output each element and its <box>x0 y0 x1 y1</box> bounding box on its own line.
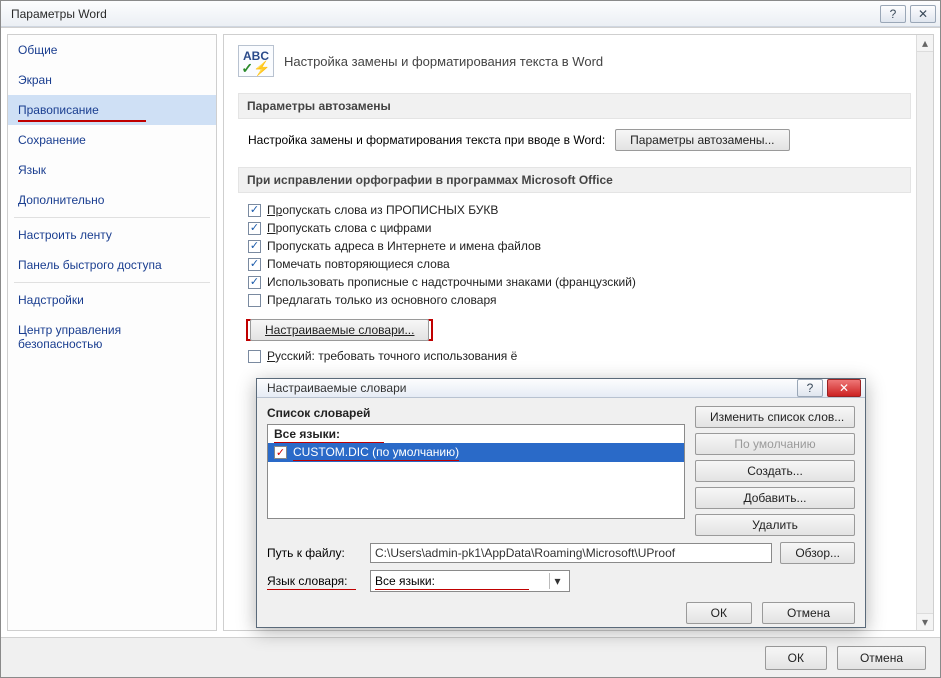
dict-buttons-column: Изменить список слов... По умолчанию Соз… <box>695 406 855 536</box>
delete-dict-button[interactable]: Удалить <box>695 514 855 536</box>
window-title: Параметры Word <box>5 7 876 21</box>
window-footer: ОК Отмена <box>1 637 940 677</box>
autocorrect-label: Настройка замены и форматирования текста… <box>248 133 605 147</box>
check-label: Пропускать слова с цифрами <box>267 221 431 235</box>
dict-language-row: Язык словаря: Все языки: ▾ <box>267 570 855 592</box>
dialog-footer: ОК Отмена <box>267 598 855 624</box>
sidebar-item-language[interactable]: Язык <box>8 155 216 185</box>
titlebar: Параметры Word ? ✕ <box>1 1 940 27</box>
dialog-title: Настраиваемые словари <box>261 381 793 395</box>
ok-button[interactable]: ОК <box>765 646 827 670</box>
dict-list-column: Список словарей Все языки: ✓ CUSTOM.DIC … <box>267 406 685 536</box>
dict-path-label: Путь к файлу: <box>267 546 362 560</box>
check-label: Пропускать слова из ПРОПИСНЫХ БУКВ <box>267 203 498 217</box>
dialog-body: Список словарей Все языки: ✓ CUSTOM.DIC … <box>257 398 865 632</box>
vertical-scrollbar[interactable]: ▴ ▾ <box>916 35 933 630</box>
check-numbers[interactable]: Пропускать слова с цифрами <box>248 221 911 235</box>
check-french-caps[interactable]: Использовать прописные с надстрочными зн… <box>248 275 911 289</box>
dialog-ok-button[interactable]: ОК <box>686 602 752 624</box>
dict-item-label: CUSTOM.DIC (по умолчанию) <box>293 445 459 460</box>
checkbox-icon[interactable] <box>248 240 261 253</box>
dialog-close-button[interactable]: ✕ <box>827 379 861 397</box>
set-default-button[interactable]: По умолчанию <box>695 433 855 455</box>
checkbox-icon[interactable] <box>248 294 261 307</box>
checkbox-icon[interactable] <box>248 276 261 289</box>
check-main-dict-only[interactable]: Предлагать только из основного словаря <box>248 293 911 307</box>
dialog-help-button[interactable]: ? <box>797 379 823 397</box>
sidebar-separator <box>14 217 210 218</box>
check-label: Использовать прописные с надстрочными зн… <box>267 275 636 289</box>
autocorrect-options-button[interactable]: Параметры автозамены... <box>615 129 789 151</box>
content-inner: ABC ✓⚡ Настройка замены и форматирования… <box>224 35 933 377</box>
options-sidebar: Общие Экран Правописание Сохранение Язык… <box>7 34 217 631</box>
checkbox-icon[interactable] <box>248 258 261 271</box>
autocorrect-row: Настройка замены и форматирования текста… <box>248 129 911 151</box>
checkbox-icon[interactable]: ✓ <box>274 446 287 459</box>
close-button[interactable]: ✕ <box>910 5 936 23</box>
dict-path-input[interactable] <box>370 543 772 563</box>
dict-list-header: Все языки: <box>268 425 684 443</box>
custom-dictionaries-button[interactable]: Настраиваемые словари... <box>250 319 429 341</box>
sidebar-item-display[interactable]: Экран <box>8 65 216 95</box>
spelling-group-header: При исправлении орфографии в программах … <box>238 167 911 193</box>
dict-language-combo[interactable]: Все языки: ▾ <box>370 570 570 592</box>
sidebar-item-addins[interactable]: Надстройки <box>8 285 216 315</box>
check-repeated[interactable]: Помечать повторяющиеся слова <box>248 257 911 271</box>
sidebar-item-trust-center[interactable]: Центр управления безопасностью <box>8 315 216 359</box>
page-header: ABC ✓⚡ Настройка замены и форматирования… <box>238 45 911 77</box>
dict-path-row: Путь к файлу: Обзор... <box>267 542 855 564</box>
autocorrect-group-header: Параметры автозамены <box>238 93 911 119</box>
edit-word-list-button[interactable]: Изменить список слов... <box>695 406 855 428</box>
dict-list-label: Список словарей <box>267 406 685 420</box>
check-label: Пропускать адреса в Интернете и имена фа… <box>267 239 541 253</box>
cancel-button[interactable]: Отмена <box>837 646 926 670</box>
add-dict-button[interactable]: Добавить... <box>695 487 855 509</box>
chevron-down-icon[interactable]: ▾ <box>549 573 565 589</box>
custom-dict-button-label: Настраиваемые словари... <box>265 323 414 337</box>
create-dict-button[interactable]: Создать... <box>695 460 855 482</box>
check-label: Русский: требовать точного использования… <box>267 349 517 363</box>
check-uppercase[interactable]: Пропускать слова из ПРОПИСНЫХ БУКВ <box>248 203 911 217</box>
check-label: Помечать повторяющиеся слова <box>267 257 450 271</box>
dict-language-label: Язык словаря: <box>267 574 362 588</box>
word-options-window: Параметры Word ? ✕ Общие Экран Правописа… <box>0 0 941 678</box>
check-internet[interactable]: Пропускать адреса в Интернете и имена фа… <box>248 239 911 253</box>
custom-dict-highlight: Настраиваемые словари... <box>246 319 433 341</box>
dict-list-area: Список словарей Все языки: ✓ CUSTOM.DIC … <box>267 406 855 536</box>
sidebar-separator <box>14 282 210 283</box>
checkbox-icon[interactable] <box>248 204 261 217</box>
sidebar-item-general[interactable]: Общие <box>8 35 216 65</box>
sidebar-item-customize-ribbon[interactable]: Настроить ленту <box>8 220 216 250</box>
dialog-titlebar: Настраиваемые словари ? ✕ <box>257 379 865 398</box>
check-label: Предлагать только из основного словаря <box>267 293 496 307</box>
custom-dictionaries-dialog: Настраиваемые словари ? ✕ Список словаре… <box>256 378 866 628</box>
dict-language-value: Все языки: <box>375 574 435 588</box>
checkbox-icon[interactable] <box>248 222 261 235</box>
scroll-up-icon[interactable]: ▴ <box>917 35 933 52</box>
dict-list-item[interactable]: ✓ CUSTOM.DIC (по умолчанию) <box>268 443 684 462</box>
sidebar-item-advanced[interactable]: Дополнительно <box>8 185 216 215</box>
sidebar-item-quick-access[interactable]: Панель быстрого доступа <box>8 250 216 280</box>
proofing-icon: ABC ✓⚡ <box>238 45 274 77</box>
scroll-down-icon[interactable]: ▾ <box>917 613 933 630</box>
check-russian-yo[interactable]: Русский: требовать точного использования… <box>248 349 911 363</box>
sidebar-item-save[interactable]: Сохранение <box>8 125 216 155</box>
help-button[interactable]: ? <box>880 5 906 23</box>
page-heading: Настройка замены и форматирования текста… <box>284 54 603 69</box>
dialog-cancel-button[interactable]: Отмена <box>762 602 855 624</box>
sidebar-item-proofing[interactable]: Правописание <box>8 95 216 125</box>
checkbox-icon[interactable] <box>248 350 261 363</box>
browse-button[interactable]: Обзор... <box>780 542 855 564</box>
dict-listbox[interactable]: Все языки: ✓ CUSTOM.DIC (по умолчанию) <box>267 424 685 519</box>
